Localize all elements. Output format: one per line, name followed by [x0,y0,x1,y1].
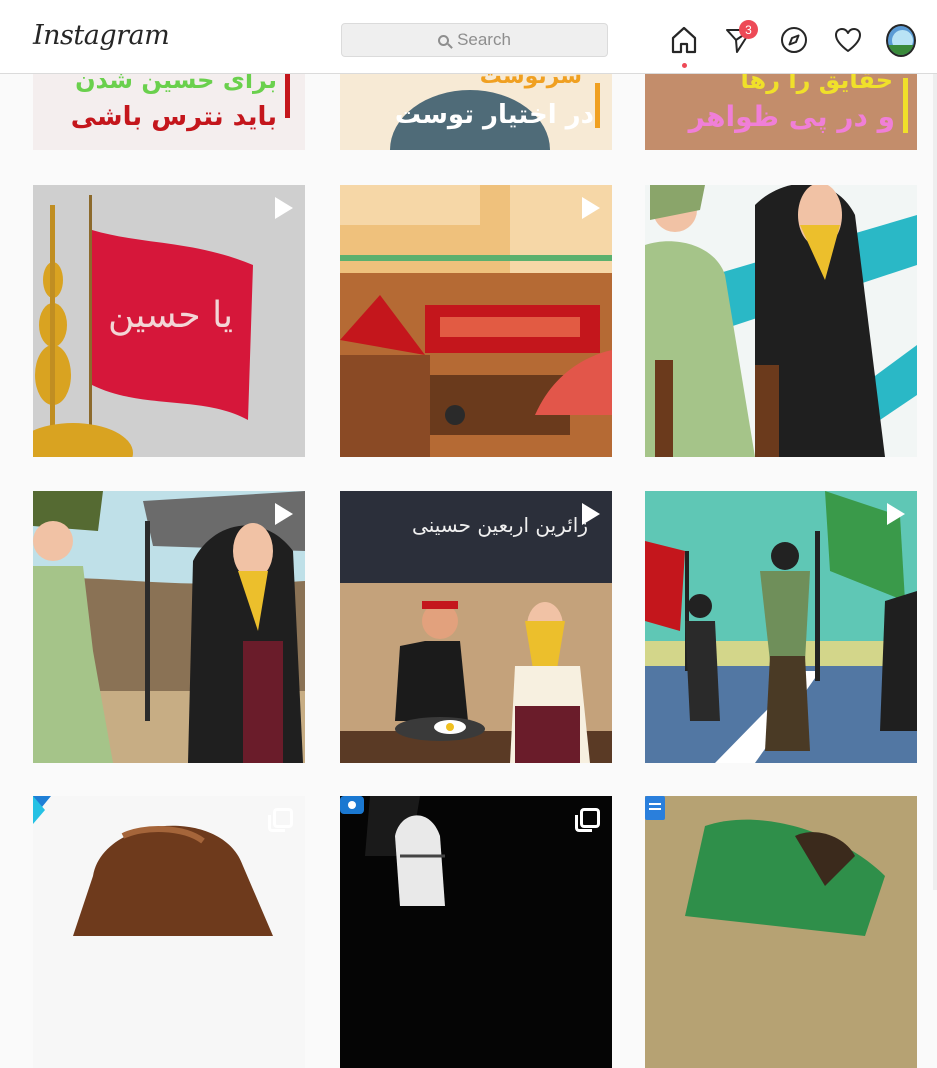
page-scrollbar[interactable] [933,74,937,890]
post-tile[interactable] [645,185,917,457]
video-icon [582,503,600,525]
post-tile[interactable] [645,491,917,763]
explore-icon[interactable] [779,24,809,56]
post-tile[interactable] [33,796,305,1068]
messages-badge: 3 [739,20,758,39]
video-icon [275,503,293,525]
home-active-dot [682,63,687,68]
search-input[interactable]: Search [341,23,608,57]
home-icon[interactable] [669,24,699,56]
post-text-line-2: و در پی ظواهر [688,100,895,133]
post-caption: زائرین اربعین حسینی [412,513,588,537]
post-text-line-2: در اختیار توست [394,100,594,130]
video-icon [887,503,905,525]
top-navigation-bar: Instagram Search 3 [0,0,937,74]
carousel-icon [575,808,600,832]
post-text-line-2: باید نترس باشی [70,102,277,132]
carousel-icon [268,808,293,832]
post-tile[interactable]: زائرین اربعین حسینی [340,491,612,763]
post-tile[interactable] [340,796,612,1068]
profile-avatar[interactable] [886,23,916,57]
post-tile[interactable] [340,185,612,457]
video-icon [582,197,600,219]
video-icon [275,197,293,219]
post-tile[interactable]: یا حسین [33,185,305,457]
direct-icon[interactable]: 3 [724,20,758,56]
flag-text: یا حسین [108,295,234,336]
activity-heart-icon[interactable] [833,24,863,56]
search-icon [438,34,450,46]
instagram-logo[interactable]: Instagram [33,20,170,51]
search-placeholder: Search [457,30,511,49]
post-tile[interactable] [645,796,917,1068]
post-tile[interactable] [33,491,305,763]
